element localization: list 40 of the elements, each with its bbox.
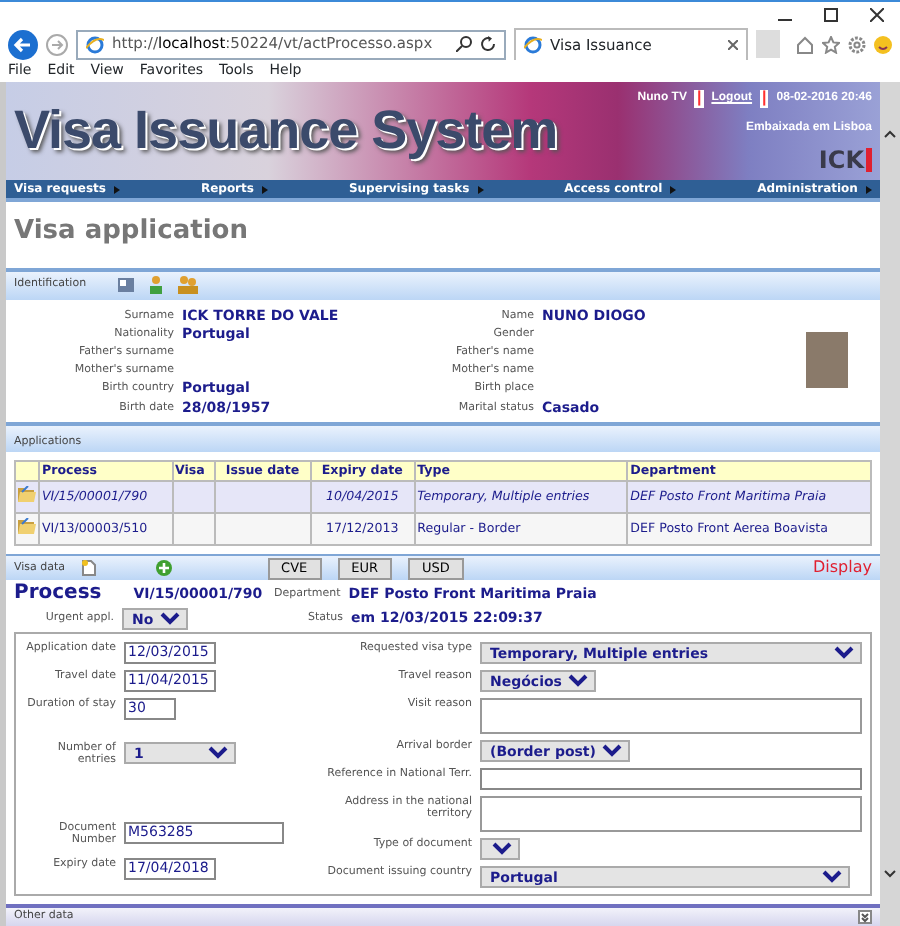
page-title: Visa application bbox=[14, 214, 248, 250]
process-title: Process bbox=[14, 580, 102, 609]
new-document-icon[interactable] bbox=[81, 560, 96, 577]
add-icon[interactable] bbox=[155, 560, 172, 577]
photo-placeholder bbox=[806, 332, 848, 389]
person-icon[interactable] bbox=[150, 276, 163, 295]
forward-icon[interactable] bbox=[46, 33, 68, 55]
people-icon[interactable] bbox=[178, 276, 199, 295]
separator: | bbox=[694, 90, 704, 108]
chevron-down-icon[interactable] bbox=[884, 870, 896, 878]
expand-icon[interactable] bbox=[858, 909, 872, 924]
open-folder-icon[interactable] bbox=[18, 486, 36, 503]
back-icon[interactable] bbox=[8, 29, 38, 59]
home-icon[interactable] bbox=[796, 35, 814, 53]
smiley-icon[interactable] bbox=[874, 35, 892, 53]
refresh-icon[interactable] bbox=[480, 36, 497, 52]
dropdown[interactable] bbox=[480, 837, 520, 860]
maximize-icon[interactable] bbox=[824, 8, 838, 22]
close-icon[interactable] bbox=[870, 8, 884, 22]
app-title: Visa Issuance System bbox=[14, 104, 558, 158]
id-card-icon[interactable] bbox=[118, 278, 135, 293]
browser-icon bbox=[86, 35, 104, 53]
star-icon[interactable] bbox=[822, 35, 840, 53]
separator: | bbox=[760, 90, 769, 108]
submenu-arrow-icon bbox=[670, 185, 677, 193]
text-area[interactable] bbox=[480, 697, 862, 734]
browser-icon bbox=[524, 36, 543, 54]
submenu-arrow-icon bbox=[261, 185, 268, 193]
close-icon[interactable] bbox=[728, 40, 738, 50]
scrollbar[interactable] bbox=[880, 82, 900, 926]
submenu-arrow-icon bbox=[865, 185, 872, 193]
open-folder-icon[interactable] bbox=[18, 518, 36, 535]
submenu-arrow-icon bbox=[113, 185, 120, 193]
search-icon[interactable] bbox=[456, 36, 473, 52]
display-link[interactable]: Display bbox=[813, 556, 872, 581]
settings-icon[interactable] bbox=[848, 35, 866, 53]
submenu-arrow-icon bbox=[477, 185, 484, 193]
text-field[interactable] bbox=[480, 767, 862, 790]
logo: ICK bbox=[818, 148, 872, 172]
chevron-up-icon[interactable] bbox=[884, 130, 896, 138]
